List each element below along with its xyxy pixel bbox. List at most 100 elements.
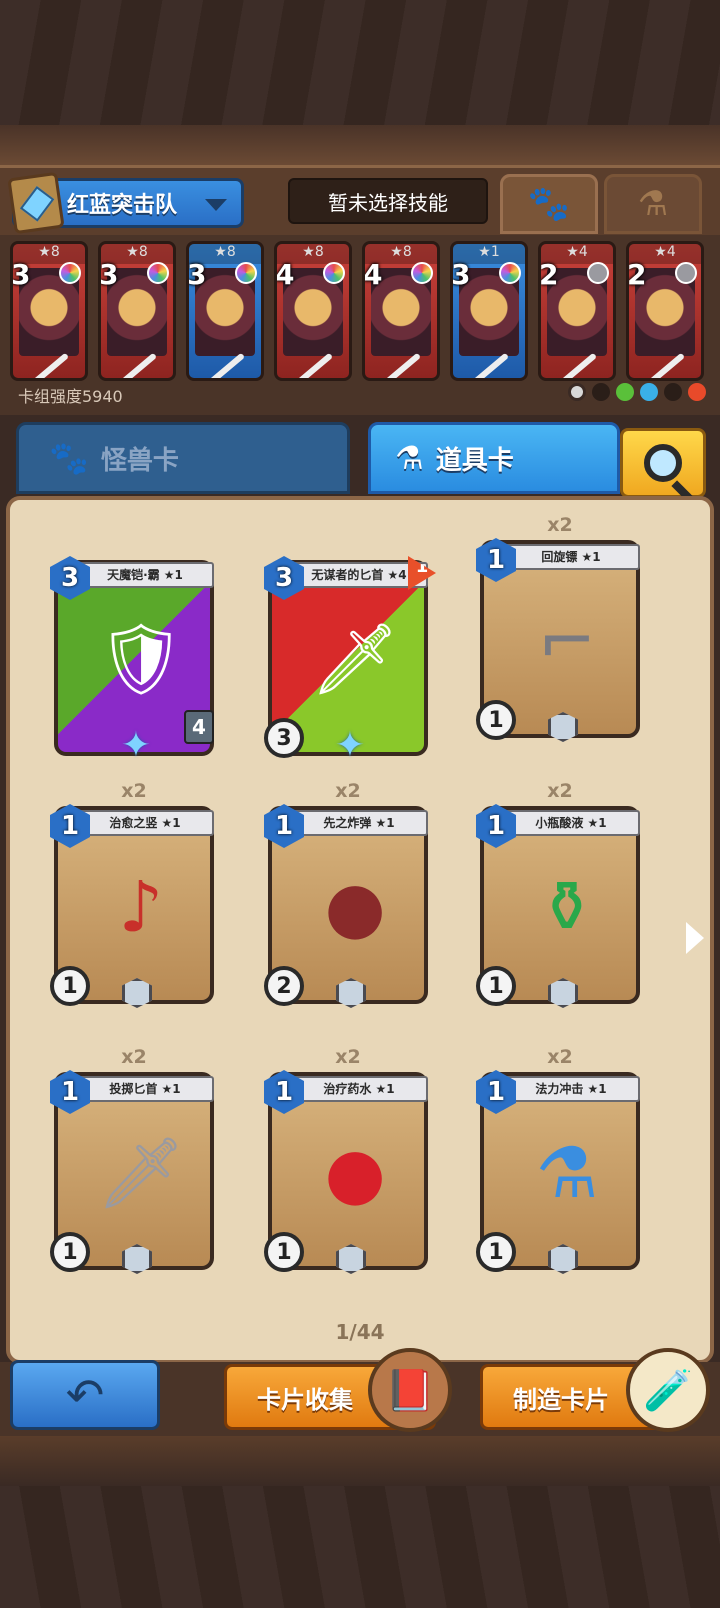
card-cost: 2: [627, 258, 647, 291]
mana-blast-art: ⚗: [535, 1132, 599, 1214]
page-indicator: 1/44: [335, 1320, 385, 1344]
card-count: x2: [547, 780, 573, 802]
sword-icon: [466, 352, 510, 378]
tab-item-cards[interactable]: ⚗ 道具卡: [368, 422, 620, 494]
acid-bottle-art: ⚱: [537, 866, 597, 948]
card-item[interactable]: x2 治愈之竖 ★1 1 ♪ 1: [50, 780, 218, 1014]
bottom-wood-background: [0, 1436, 720, 1608]
nature-element-icon[interactable]: [616, 383, 634, 401]
card-item[interactable]: x2 小瓶酸液 ★1 1 ⚱ 1: [476, 780, 644, 1014]
card-cost: 3: [11, 258, 31, 291]
deck-card[interactable]: ★8 3: [10, 241, 88, 381]
deck-name: 红蓝突击队: [67, 193, 178, 218]
card-speed: 2: [264, 966, 304, 1006]
card-cost: 3: [187, 258, 207, 291]
card-item[interactable]: x2 投掷匕首 ★1 1 🗡 1: [50, 1046, 218, 1280]
water-element-icon[interactable]: [640, 383, 658, 401]
fire-element-icon[interactable]: [688, 383, 706, 401]
card-count: x2: [547, 514, 573, 536]
element-filter-icons: [568, 383, 706, 401]
deck-card-row: ★8 3 ★8 3 ★8 3 ★8 4 ★8 4 ★1 3 ★4 2 ★4 2 …: [0, 235, 720, 415]
rainbow-gem-icon: [499, 262, 521, 284]
rainbow-gem-icon: [147, 262, 169, 284]
card-cost: 2: [539, 258, 559, 291]
card-item[interactable]: x2 法力冲击 ★1 1 ⚗ 1: [476, 1046, 644, 1280]
deck-card[interactable]: ★8 3: [98, 241, 176, 381]
card-collection-label: 卡片收集: [257, 1385, 353, 1414]
card-item[interactable]: x2 回旋镖 ★1 1 ⌐ 1: [476, 514, 644, 748]
card-speed: 1: [476, 700, 516, 740]
card-title: 天魔铠·霸 ★1: [76, 562, 214, 588]
tab-monster-label: 怪兽卡: [100, 445, 179, 476]
flask-icon[interactable]: ⚗: [604, 174, 702, 234]
card-book-icon[interactable]: 📕: [368, 1348, 452, 1432]
card-item[interactable]: x2 先之炸弹 ★1 1 ● 2: [264, 780, 432, 1014]
card-speed: 1: [476, 966, 516, 1006]
deck-power: 卡组强度5940: [18, 387, 123, 406]
deck-card[interactable]: ★8 4: [362, 241, 440, 381]
harp-art: ♪: [118, 866, 164, 948]
bombs-art: ●: [324, 866, 386, 948]
armor-art: 🛡: [96, 617, 186, 700]
shadow-element-icon[interactable]: [664, 383, 682, 401]
card-collection-panel: 天魔铠·霸 ★1 3 🛡 4 ✦ 无谋者的匕首 ★4 3 1 🗡 3 ✦ x2 …: [6, 496, 714, 1364]
sword-icon: [202, 352, 246, 378]
card-cost: 4: [275, 258, 295, 291]
craft-card-label: 制造卡片: [513, 1385, 609, 1414]
card-title: 回旋镖 ★1: [502, 544, 640, 570]
star-badge-icon: ✦: [120, 725, 152, 766]
card-item[interactable]: 天魔铠·霸 ★1 3 🛡 4 ✦: [50, 536, 218, 766]
deck-card[interactable]: ★8 4: [274, 241, 352, 381]
healing-potion-art: ●: [324, 1132, 386, 1214]
card-speed: 1: [264, 1232, 304, 1272]
card-armor-value: 4: [184, 710, 214, 744]
deck-selector[interactable]: 红蓝突击队: [7, 171, 244, 235]
sword-icon: [554, 352, 598, 378]
deck-header: 红蓝突击队 暂未选择技能 🐾 ⚗: [0, 165, 720, 235]
card-title: 小瓶酸液 ★1: [502, 810, 640, 836]
dark-element-icon[interactable]: [592, 383, 610, 401]
gray-gem-icon: [587, 262, 609, 284]
card-count: x2: [335, 1046, 361, 1068]
back-button[interactable]: ↶: [10, 1360, 160, 1430]
sword-icon: [114, 352, 158, 378]
card-cost: 3: [451, 258, 471, 291]
card-count: x2: [547, 1046, 573, 1068]
tab-monster-cards[interactable]: 🐾 怪兽卡: [16, 422, 350, 494]
card-title: 投掷匕首 ★1: [76, 1076, 214, 1102]
search-button[interactable]: [620, 428, 706, 498]
card-speed: 3: [264, 718, 304, 758]
deck-card[interactable]: ★4 2: [538, 241, 616, 381]
flask-icon: ⚗: [395, 439, 424, 477]
deck-card[interactable]: ★1 3: [450, 241, 528, 381]
paw-icon[interactable]: 🐾: [500, 174, 598, 234]
card-cost: 3: [99, 258, 119, 291]
card-item[interactable]: x2 治疗药水 ★1 1 ● 1: [264, 1046, 432, 1280]
card-title: 治愈之竖 ★1: [76, 810, 214, 836]
skill-select-button[interactable]: 暂未选择技能: [288, 178, 488, 224]
card-speed: 1: [50, 1232, 90, 1272]
neutral-element-icon[interactable]: [568, 383, 586, 401]
deck-card[interactable]: ★4 2: [626, 241, 704, 381]
card-cost: 4: [363, 258, 383, 291]
card-title: 无谋者的匕首 ★4: [290, 562, 428, 588]
card-count: x2: [121, 780, 147, 802]
top-wood-background: [0, 0, 720, 165]
chevron-down-icon[interactable]: [205, 199, 227, 211]
rainbow-gem-icon: [235, 262, 257, 284]
deck-card[interactable]: ★8 3: [186, 241, 264, 381]
card-title: 先之炸弹 ★1: [290, 810, 428, 836]
sword-icon: [26, 352, 70, 378]
gray-gem-icon: [675, 262, 697, 284]
next-page-icon[interactable]: [686, 922, 704, 954]
deck-book-icon: [7, 171, 65, 235]
sword-icon: [642, 352, 686, 378]
card-title: 法力冲击 ★1: [502, 1076, 640, 1102]
card-count: x2: [121, 1046, 147, 1068]
potion-jar-icon[interactable]: 🧪: [626, 1348, 710, 1432]
rainbow-gem-icon: [59, 262, 81, 284]
tab-item-label: 道具卡: [435, 445, 514, 476]
bottom-bar: ↶ 卡片收集 📕 制造卡片 🧪: [0, 1348, 720, 1436]
card-item[interactable]: 无谋者的匕首 ★4 3 1 🗡 3 ✦: [264, 536, 436, 766]
sword-icon: [378, 352, 422, 378]
